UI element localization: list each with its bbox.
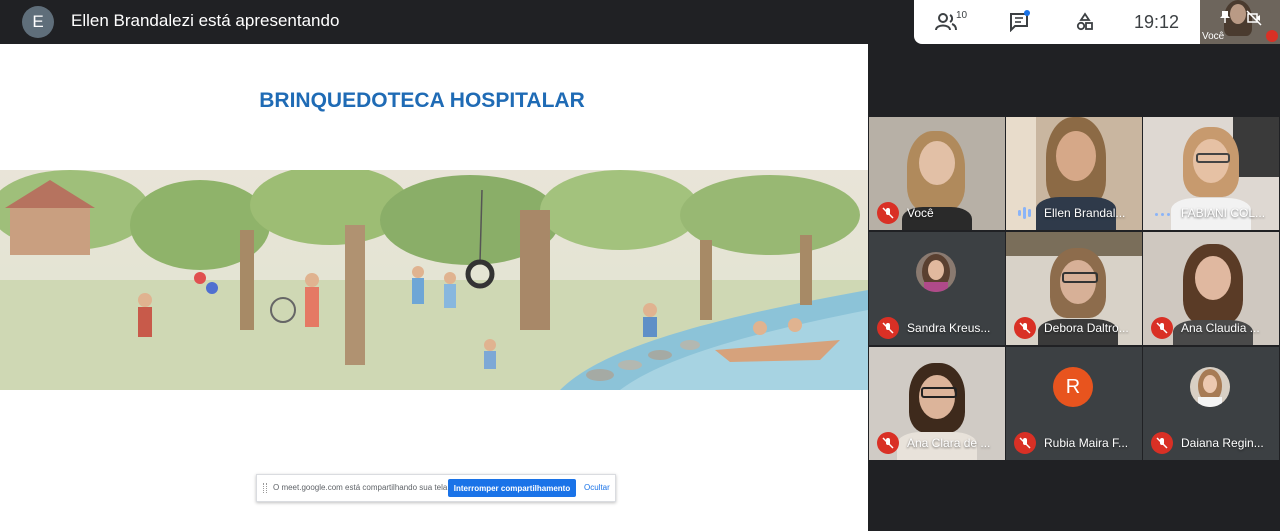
participant-name: Debora Daltro... [1044, 321, 1129, 335]
participant-tile[interactable]: Ana Claudia ... [1143, 232, 1279, 345]
participant-name: Rubia Maira F... [1044, 436, 1129, 450]
chat-notification-dot [1024, 10, 1030, 16]
meeting-controls: 10 19:12 Você [914, 0, 1280, 44]
people-count: 10 [956, 10, 968, 21]
clock: 19:12 [1134, 12, 1180, 32]
avatar: R [1053, 367, 1093, 407]
participant-tile[interactable]: Você [869, 117, 1005, 230]
mic-off-icon [1014, 317, 1036, 339]
presented-slide: BRINQUEDOTECA HOSPITALAR O meet.google.c… [0, 44, 868, 531]
share-message: O meet.google.com está compartilhando su… [273, 483, 450, 492]
drag-handle-icon[interactable] [263, 483, 267, 493]
speaking-indicator-icon [1018, 206, 1034, 220]
participant-name: Ana Claudia ... [1181, 321, 1260, 335]
participant-grid: Você Ellen Brandal... FABIANI COL... San… [869, 117, 1280, 460]
stop-sharing-button[interactable]: Interromper compartilhamento [448, 479, 576, 497]
participant-name: Você [907, 206, 934, 220]
more-indicator-icon [1155, 213, 1170, 216]
participant-tile[interactable]: R Rubia Maira F... [1006, 347, 1142, 460]
avatar [916, 252, 956, 292]
mic-off-icon [1151, 432, 1173, 454]
activities-button[interactable] [1070, 0, 1100, 44]
screen-share-notice: O meet.google.com está compartilhando su… [256, 474, 616, 502]
participant-tile[interactable]: Daiana Regin... [1143, 347, 1279, 460]
participant-tile[interactable]: Ana Clara de ... [869, 347, 1005, 460]
participant-name: FABIANI COL... [1181, 206, 1266, 220]
self-view-thumbnail[interactable]: Você [1200, 0, 1280, 44]
participant-tile[interactable]: Debora Daltro... [1006, 232, 1142, 345]
mic-off-icon [1266, 30, 1278, 42]
presenter-title: Ellen Brandalezi está apresentando [71, 11, 340, 30]
participant-name: Daiana Regin... [1181, 436, 1264, 450]
camera-off-icon[interactable] [1246, 10, 1262, 26]
pin-icon[interactable] [1218, 10, 1232, 24]
mic-off-icon [1014, 432, 1036, 454]
avatar [1190, 367, 1230, 407]
people-button[interactable]: 10 [928, 0, 968, 44]
mic-off-icon [877, 432, 899, 454]
participant-tile[interactable]: Sandra Kreus... [869, 232, 1005, 345]
mic-off-icon [1151, 317, 1173, 339]
mic-off-icon [877, 202, 899, 224]
participant-name: Sandra Kreus... [907, 321, 991, 335]
slide-title: BRINQUEDOTECA HOSPITALAR [259, 89, 585, 112]
mic-off-icon [877, 317, 899, 339]
shapes-icon [1076, 12, 1093, 31]
self-view-label: Você [1202, 31, 1225, 42]
mural-illustration [0, 170, 868, 390]
participant-name: Ana Clara de ... [907, 436, 991, 450]
participant-tile[interactable]: FABIANI COL... [1143, 117, 1279, 230]
chat-button[interactable] [1002, 0, 1036, 44]
participant-tile[interactable]: Ellen Brandal... [1006, 117, 1142, 230]
participant-name: Ellen Brandal... [1044, 206, 1126, 220]
presenter-avatar: E [22, 6, 54, 38]
hide-button[interactable]: Ocultar [584, 483, 610, 492]
